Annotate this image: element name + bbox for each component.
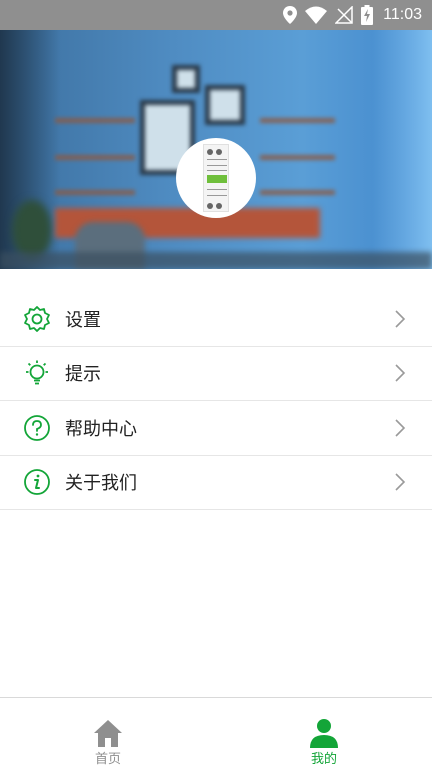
person-icon	[310, 719, 338, 748]
wifi-icon	[305, 6, 328, 24]
menu-label-settings: 设置	[65, 309, 101, 331]
menu-item-help-center[interactable]: 帮助中心	[0, 401, 432, 456]
status-bar: 11:03	[0, 0, 432, 30]
chevron-right-icon	[395, 364, 406, 382]
menu-item-tips[interactable]: 提示	[0, 347, 432, 401]
tab-mine[interactable]: 我的	[216, 698, 432, 768]
tab-mine-label: 我的	[310, 752, 337, 767]
menu-label-help-center: 帮助中心	[65, 418, 137, 440]
avatar-image	[203, 144, 229, 212]
chevron-right-icon	[395, 473, 406, 491]
home-icon	[94, 720, 122, 747]
location-icon	[283, 6, 298, 24]
no-signal-icon	[335, 6, 353, 24]
question-circle-icon	[24, 414, 50, 441]
bottom-nav: 首页 我的	[0, 697, 432, 768]
menu-item-about-us[interactable]: 关于我们	[0, 456, 432, 510]
settings-menu: 设置 提示 帮助中心 关于我们	[0, 292, 432, 510]
gear-icon	[24, 305, 50, 332]
battery-charging-icon	[361, 5, 374, 25]
tab-home[interactable]: 首页	[0, 698, 216, 768]
menu-label-about-us: 关于我们	[65, 473, 137, 495]
menu-label-tips: 提示	[65, 364, 101, 386]
profile-header	[0, 30, 432, 269]
lightbulb-icon	[26, 360, 48, 385]
info-circle-icon	[24, 469, 50, 496]
avatar[interactable]	[176, 138, 256, 218]
menu-item-settings[interactable]: 设置	[0, 292, 432, 347]
chevron-right-icon	[395, 419, 406, 437]
chevron-right-icon	[395, 310, 406, 328]
status-time: 11:03	[383, 6, 422, 23]
tab-home-label: 首页	[94, 752, 121, 767]
